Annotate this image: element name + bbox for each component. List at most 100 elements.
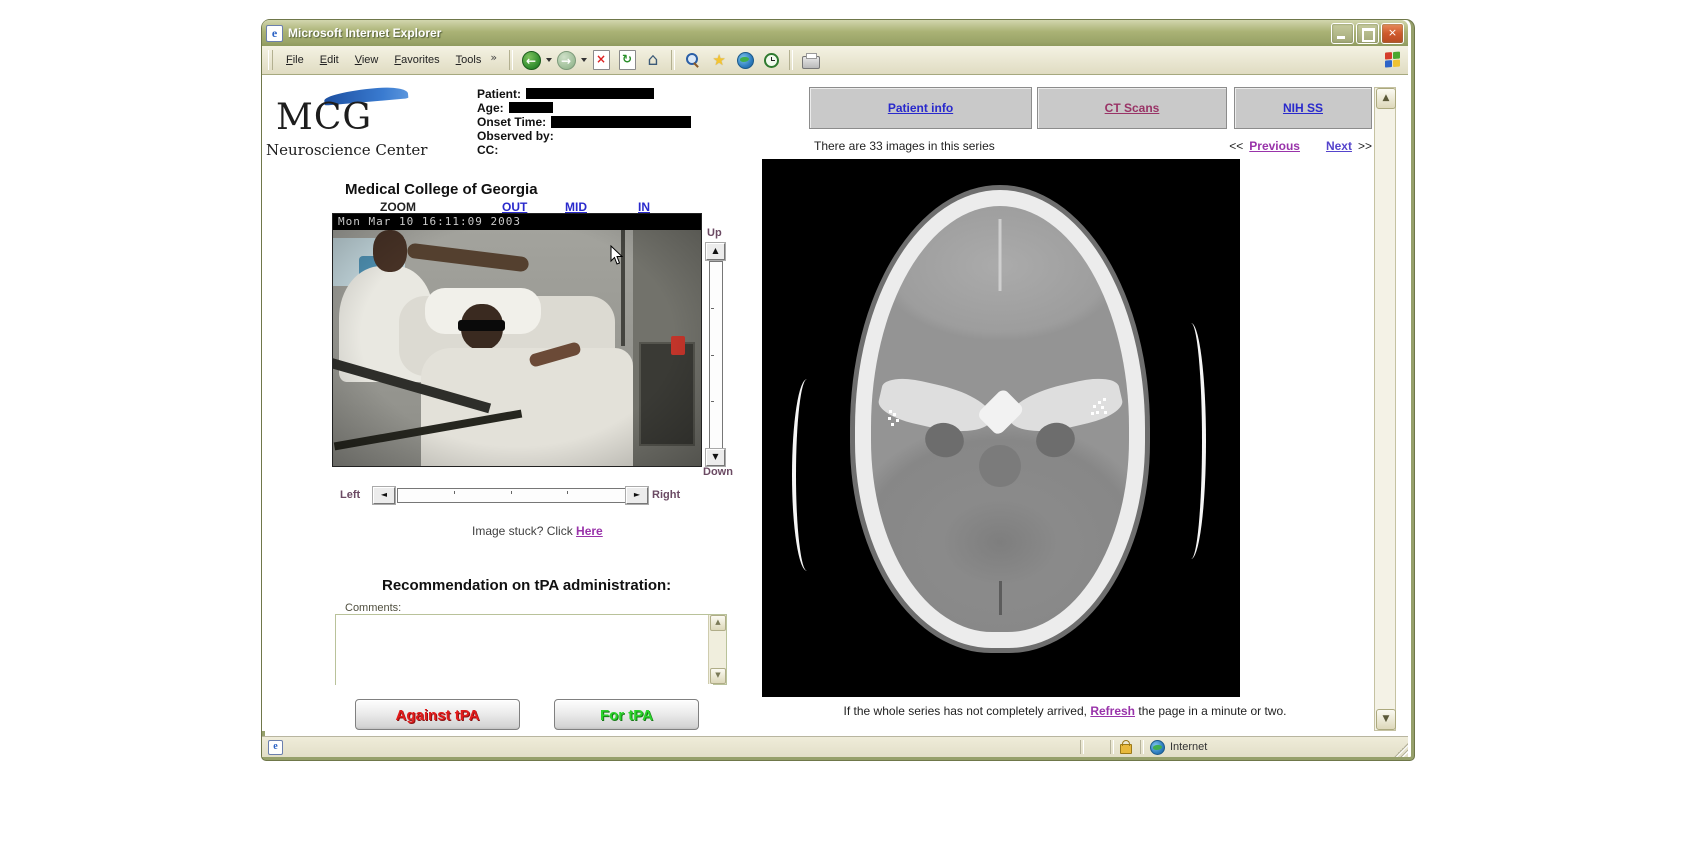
refresh-note: If the whole series has not completely a…: [750, 704, 1380, 718]
minimize-icon: [1332, 24, 1353, 43]
image-stuck-line: Image stuck? Click Here: [472, 524, 603, 538]
series-info-row: There are 33 images in this series << Pr…: [814, 139, 1372, 153]
college-heading: Medical College of Georgia: [345, 181, 538, 198]
flag-red: [1385, 52, 1392, 59]
menu-tools[interactable]: Tools: [449, 51, 489, 69]
patient-row: Patient:: [477, 87, 807, 100]
ct-headrest-arc-right: [1176, 323, 1206, 559]
comments-label: Comments:: [345, 602, 401, 614]
patient-row: Age:: [477, 101, 807, 114]
ct-skull-ring: [855, 190, 1145, 648]
patient-row: CC:: [477, 143, 807, 156]
minimize-button[interactable]: [1331, 23, 1354, 44]
status-main-pane: e: [262, 737, 1080, 757]
page-scrollbar[interactable]: ▲ ▼: [1374, 87, 1396, 731]
menu-edit[interactable]: Edit: [313, 51, 346, 69]
ie-logo-icon: e: [266, 25, 283, 42]
scroll-down-icon[interactable]: ▼: [710, 668, 726, 684]
windows-flag-icon: [1385, 51, 1402, 69]
tab-nih-ss[interactable]: NIH SS: [1234, 87, 1372, 129]
history-button[interactable]: [759, 48, 783, 72]
pan-right-label: Right: [652, 489, 680, 501]
resize-grip[interactable]: [1394, 743, 1408, 757]
scroll-up-icon[interactable]: ▲: [710, 615, 726, 631]
toolbar-separator: [671, 50, 675, 70]
toolbar-drag-handle[interactable]: [268, 50, 273, 70]
pan-up-button[interactable]: ▲: [706, 243, 725, 260]
toolbar-overflow-chevron[interactable]: »: [490, 51, 497, 64]
video-art-patient-head: [461, 304, 503, 350]
forward-dropdown-icon[interactable]: [581, 58, 587, 62]
status-page-icon: e: [268, 740, 283, 755]
patient-info-block: Patient: Age: Onset Time: Observed by: C…: [477, 87, 807, 157]
flag-green: [1393, 51, 1400, 58]
video-art-sheet: [421, 348, 633, 466]
print-button[interactable]: [799, 48, 823, 72]
ct-scan-image[interactable]: [762, 159, 1240, 697]
tab-ct-scans[interactable]: CT Scans: [1037, 87, 1227, 129]
horizontal-pan-track[interactable]: [397, 488, 626, 503]
stop-icon: ×: [593, 50, 610, 70]
back-button[interactable]: ←: [519, 48, 543, 72]
cc-label: CC:: [477, 143, 498, 157]
status-zone-pane: Internet: [1144, 737, 1394, 757]
next-link[interactable]: Next: [1326, 139, 1352, 153]
vertical-pan-track[interactable]: [709, 261, 723, 449]
stop-button[interactable]: ×: [589, 48, 613, 72]
pan-left-button[interactable]: ◄: [373, 487, 395, 504]
refresh-link[interactable]: Refresh: [1090, 704, 1135, 718]
pan-right-button[interactable]: ►: [626, 487, 648, 504]
pan-down-label: Down: [703, 466, 733, 478]
favorites-star-icon: ★: [712, 51, 725, 69]
pan-up-label: Up: [707, 227, 722, 239]
tab-patient-info[interactable]: Patient info: [809, 87, 1032, 129]
close-button[interactable]: ×: [1381, 23, 1404, 44]
menu-file[interactable]: File: [279, 51, 311, 69]
menu-view[interactable]: View: [348, 51, 386, 69]
video-art-supplies: [359, 256, 385, 280]
print-icon: [802, 56, 820, 69]
home-button[interactable]: ⌂: [641, 48, 665, 72]
maximize-button[interactable]: [1356, 23, 1379, 44]
comments-scrollbar[interactable]: ▲ ▼: [708, 615, 726, 684]
zoom-mid-link[interactable]: MID: [565, 200, 587, 214]
ct-mastoid-speckles-left: [889, 410, 892, 413]
pan-down-button[interactable]: ▼: [706, 449, 725, 466]
recommendation-heading: Recommendation on tPA administration:: [382, 577, 671, 594]
image-stuck-here-link[interactable]: Here: [576, 524, 603, 538]
against-tpa-button[interactable]: Against tPA: [355, 699, 520, 730]
tab-patient-info-label[interactable]: Patient info: [888, 101, 953, 115]
zoom-out-link[interactable]: OUT: [502, 200, 527, 214]
redaction-bar: [509, 102, 553, 113]
scrollbar-up-icon[interactable]: ▲: [1376, 88, 1396, 109]
video-art-monitor: [639, 342, 695, 446]
video-art-red-can: [671, 336, 685, 355]
refresh-note-before: If the whole series has not completely a…: [844, 704, 1087, 718]
status-empty-pane: [1084, 737, 1110, 757]
favorites-button[interactable]: ★: [707, 48, 731, 72]
title-bar[interactable]: e Microsoft Internet Explorer ×: [262, 20, 1408, 46]
media-globe-icon: [737, 52, 754, 69]
back-dropdown-icon[interactable]: [546, 58, 552, 62]
tab-nih-ss-label[interactable]: NIH SS: [1283, 101, 1323, 115]
refresh-button[interactable]: ↻: [615, 48, 639, 72]
mcg-logo-text: MCG: [276, 97, 372, 138]
previous-link[interactable]: Previous: [1249, 139, 1300, 153]
media-button[interactable]: [733, 48, 757, 72]
image-stuck-text: Image stuck? Click: [472, 524, 573, 538]
scrollbar-down-icon[interactable]: ▼: [1376, 709, 1396, 730]
menu-favorites[interactable]: Favorites: [387, 51, 446, 69]
forward-button[interactable]: →: [554, 48, 578, 72]
internet-zone-globe-icon: [1150, 740, 1165, 755]
for-tpa-button[interactable]: For tPA: [554, 699, 699, 730]
toolbar-separator: [509, 50, 513, 70]
search-button[interactable]: [681, 48, 705, 72]
close-icon: ×: [1382, 24, 1403, 43]
comments-textarea[interactable]: [336, 615, 713, 688]
series-count-text: There are 33 images in this series: [814, 139, 995, 153]
status-bar: e Internet: [262, 736, 1408, 757]
mcg-logo-subtitle: Neuroscience Center: [266, 141, 427, 159]
toolbar-separator: [789, 50, 793, 70]
zoom-in-link[interactable]: IN: [638, 200, 650, 214]
tab-ct-scans-label[interactable]: CT Scans: [1105, 101, 1160, 115]
